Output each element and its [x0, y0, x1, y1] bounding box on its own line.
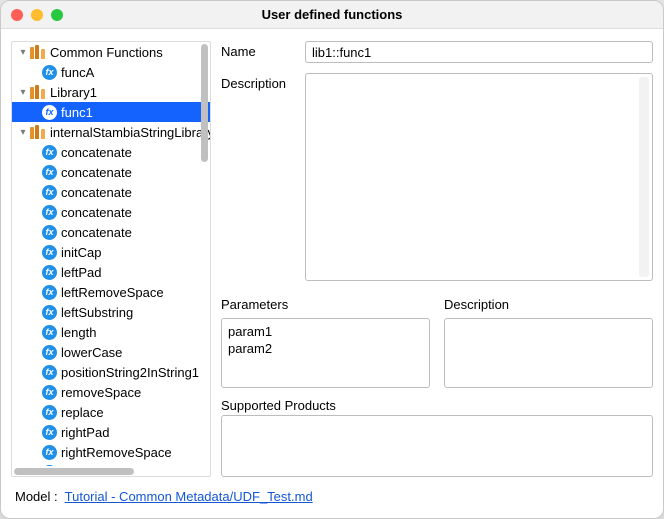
tree-function[interactable]: fx leftRemoveSpace: [12, 282, 210, 302]
function-icon: fx: [42, 465, 57, 467]
tree-library[interactable]: ▾ Library1: [12, 82, 210, 102]
name-input[interactable]: [305, 41, 653, 63]
param-description-label: Description: [444, 297, 653, 312]
function-icon: fx: [42, 205, 57, 220]
function-icon: fx: [42, 145, 57, 160]
tree-function[interactable]: fx initCap: [12, 242, 210, 262]
window-title: User defined functions: [1, 7, 663, 22]
chevron-down-icon[interactable]: ▾: [16, 127, 30, 138]
window: User defined functions ▾ Common Functions…: [0, 0, 664, 519]
function-icon: fx: [42, 285, 57, 300]
library-icon: [30, 125, 46, 139]
function-icon: fx: [42, 425, 57, 440]
details-pane: Name Description Parameters param1param2…: [221, 41, 653, 477]
model-link[interactable]: Tutorial - Common Metadata/UDF_Test.md: [65, 489, 313, 504]
tree-label: concatenate: [61, 185, 132, 200]
tree-library[interactable]: ▾ internalStambiaStringLibrary: [12, 122, 210, 142]
tree-function[interactable]: fx func1: [12, 102, 210, 122]
footer: Model : Tutorial - Common Metadata/UDF_T…: [1, 485, 663, 518]
tree-function[interactable]: fx concatenate: [12, 222, 210, 242]
tree-label: concatenate: [61, 165, 132, 180]
content: ▾Common FunctionsfxfuncA▾Library1fxfunc1…: [1, 29, 663, 485]
function-tree[interactable]: ▾Common FunctionsfxfuncA▾Library1fxfunc1…: [12, 42, 210, 466]
tree-function[interactable]: fx leftSubstring: [12, 302, 210, 322]
tree-label: initCap: [61, 245, 101, 260]
parameter-item[interactable]: param1: [228, 323, 423, 340]
tree-function[interactable]: fx replace: [12, 402, 210, 422]
param-description-box[interactable]: [444, 318, 653, 388]
tree-label: funcA: [61, 65, 94, 80]
tree-label: func1: [61, 105, 93, 120]
minimize-icon[interactable]: [31, 9, 43, 21]
function-icon: fx: [42, 245, 57, 260]
tree-function[interactable]: fx length: [12, 322, 210, 342]
tree-label: concatenate: [61, 225, 132, 240]
function-icon: fx: [42, 345, 57, 360]
description-textarea[interactable]: [305, 73, 653, 281]
tree-horizontal-scrollbar[interactable]: [12, 466, 210, 476]
supported-label: Supported Products: [221, 398, 653, 413]
tree-label: leftRemoveSpace: [61, 285, 164, 300]
function-icon: fx: [42, 105, 57, 120]
tree-label: replace: [61, 405, 104, 420]
tree-label: Common Functions: [50, 45, 163, 60]
library-icon: [30, 85, 46, 99]
tree-label: concatenate: [61, 205, 132, 220]
tree-function[interactable]: fx concatenate: [12, 142, 210, 162]
parameter-item[interactable]: param2: [228, 340, 423, 357]
function-icon: fx: [42, 225, 57, 240]
tree-label: positionString2InString1: [61, 365, 199, 380]
function-icon: fx: [42, 445, 57, 460]
tree-label: rightRemoveSpace: [61, 445, 172, 460]
supported-products-box[interactable]: [221, 415, 653, 477]
function-icon: fx: [42, 325, 57, 340]
chevron-down-icon[interactable]: ▾: [16, 87, 30, 98]
tree-label: leftPad: [61, 265, 101, 280]
parameters-label: Parameters: [221, 297, 430, 312]
tree-library[interactable]: ▾ Common Functions: [12, 42, 210, 62]
tree-function[interactable]: fx removeSpace: [12, 382, 210, 402]
window-controls: [11, 9, 63, 21]
description-label: Description: [221, 73, 295, 91]
tree-function[interactable]: fx rightPad: [12, 422, 210, 442]
function-icon: fx: [42, 365, 57, 380]
model-label: Model :: [15, 489, 58, 504]
titlebar[interactable]: User defined functions: [1, 1, 663, 29]
function-icon: fx: [42, 185, 57, 200]
tree-function[interactable]: fx concatenate: [12, 202, 210, 222]
name-label: Name: [221, 41, 295, 59]
tree-function[interactable]: fx concatenate: [12, 182, 210, 202]
tree-label: leftSubstring: [61, 305, 133, 320]
library-icon: [30, 45, 46, 59]
tree-pane: ▾Common FunctionsfxfuncA▾Library1fxfunc1…: [11, 41, 211, 477]
tree-label: lowerCase: [61, 345, 122, 360]
function-icon: fx: [42, 405, 57, 420]
tree-label: rightPad: [61, 425, 109, 440]
tree-function[interactable]: fx rightRemoveSpace: [12, 442, 210, 462]
tree-function[interactable]: fx rightSubstring: [12, 462, 210, 466]
function-icon: fx: [42, 265, 57, 280]
tree-function[interactable]: fxfuncA: [12, 62, 210, 82]
tree-label: rightSubstring: [61, 465, 141, 467]
zoom-icon[interactable]: [51, 9, 63, 21]
function-icon: fx: [42, 385, 57, 400]
chevron-down-icon[interactable]: ▾: [16, 47, 30, 58]
tree-label: concatenate: [61, 145, 132, 160]
tree-label: length: [61, 325, 96, 340]
tree-label: Library1: [50, 85, 97, 100]
function-icon: fx: [42, 165, 57, 180]
function-icon: fx: [42, 305, 57, 320]
tree-function[interactable]: fx lowerCase: [12, 342, 210, 362]
function-icon: fx: [42, 65, 57, 80]
tree-function[interactable]: fx concatenate: [12, 162, 210, 182]
tree-label: internalStambiaStringLibrary: [50, 125, 210, 140]
tree-label: removeSpace: [61, 385, 141, 400]
tree-function[interactable]: fx leftPad: [12, 262, 210, 282]
tree-function[interactable]: fx positionString2InString1: [12, 362, 210, 382]
tree-vertical-scrollbar[interactable]: [201, 44, 208, 162]
parameters-list[interactable]: param1param2: [221, 318, 430, 388]
close-icon[interactable]: [11, 9, 23, 21]
